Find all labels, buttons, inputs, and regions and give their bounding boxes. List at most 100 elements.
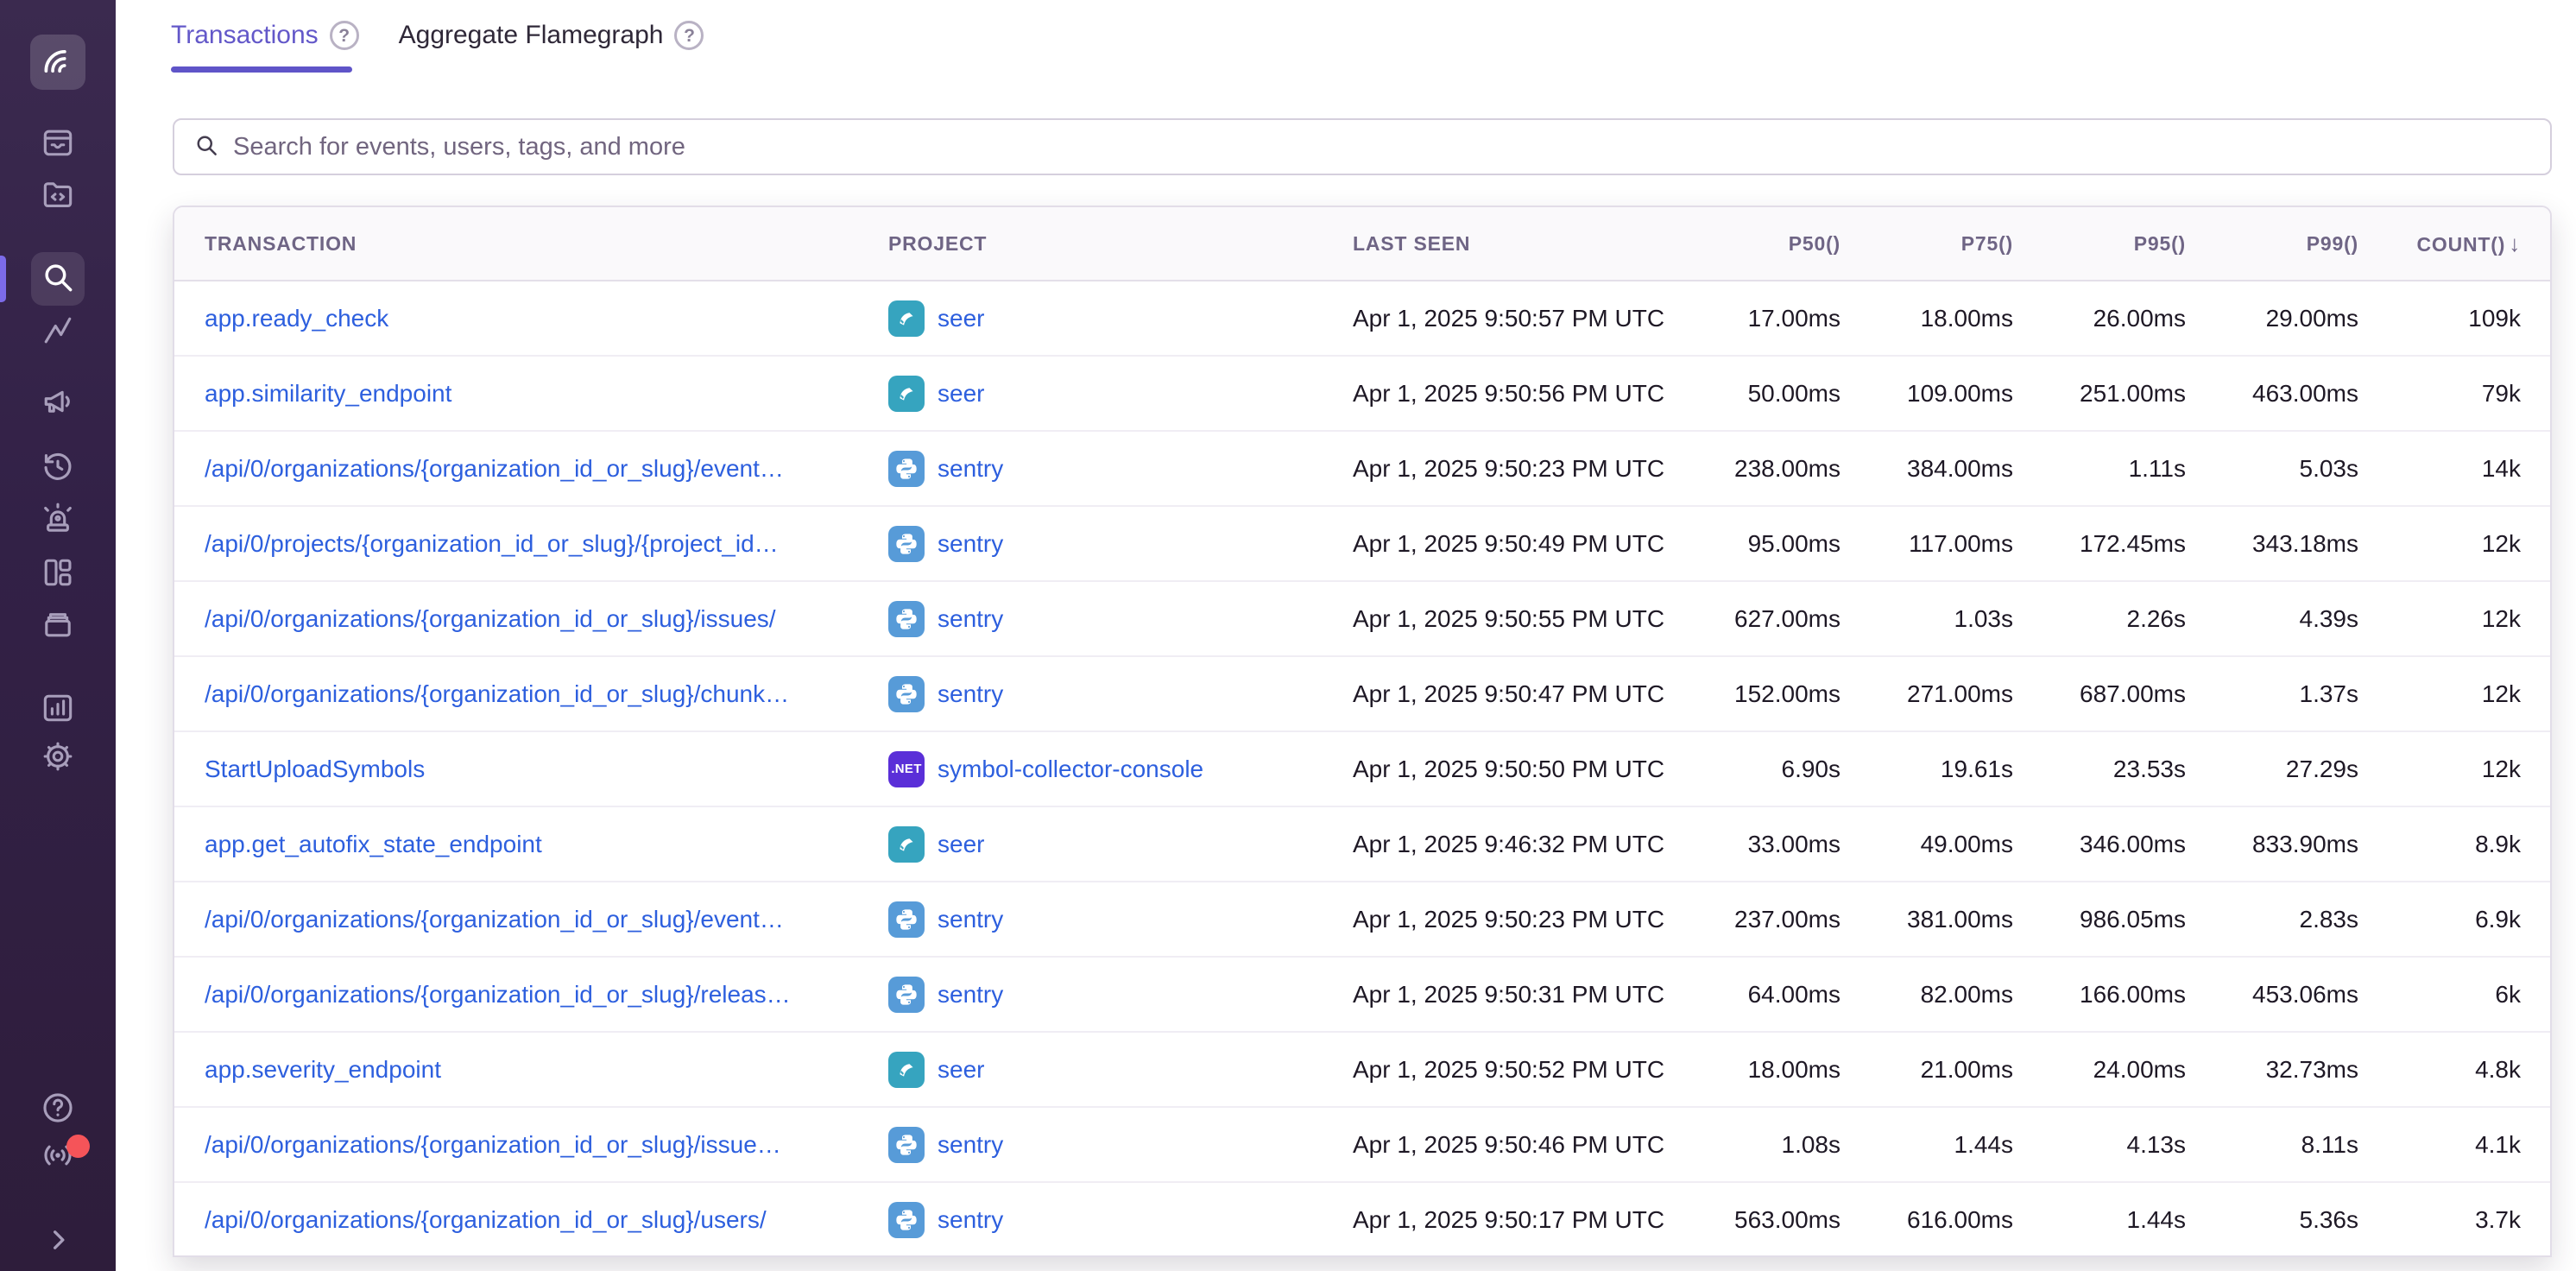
p75-cell: 1.03s [1840, 605, 2013, 633]
help-icon[interactable]: ? [330, 21, 359, 50]
p50-cell: 33.00ms [1668, 831, 1840, 858]
p50-cell: 563.00ms [1668, 1206, 1840, 1234]
column-header-count[interactable]: COUNT()↓ [2358, 231, 2521, 257]
python-platform-icon [888, 451, 925, 487]
transaction-link[interactable]: /api/0/organizations/{organization_id_or… [205, 605, 776, 632]
column-header-p50[interactable]: P50() [1668, 232, 1840, 256]
sidebar-item-settings[interactable] [39, 739, 77, 777]
project-link[interactable]: sentry [888, 601, 1353, 637]
sidebar-item-dashboards[interactable] [39, 555, 77, 593]
p75-cell: 21.00ms [1840, 1056, 2013, 1084]
p99-cell: 2.83s [2186, 906, 2358, 933]
column-header-p95[interactable]: P95() [2013, 232, 2186, 256]
sidebar-item-releases[interactable] [39, 607, 77, 645]
column-header-p99[interactable]: P99() [2186, 232, 2358, 256]
count-cell: 4.8k [2358, 1056, 2521, 1084]
help-icon[interactable]: ? [674, 21, 704, 50]
p99-cell: 453.06ms [2186, 981, 2358, 1009]
feedback-megaphone-icon [39, 383, 77, 425]
sidebar-item-help[interactable] [39, 1091, 77, 1129]
p75-cell: 49.00ms [1840, 831, 2013, 858]
dotnet-platform-icon: .NET [888, 751, 925, 787]
releases-box-icon [39, 605, 77, 648]
p75-cell: 18.00ms [1840, 305, 2013, 332]
last-seen-cell: Apr 1, 2025 9:50:49 PM UTC [1353, 530, 1668, 558]
help-question-icon [39, 1089, 77, 1131]
project-link[interactable]: sentry [888, 977, 1353, 1013]
sidebar-item-alerts[interactable] [39, 502, 77, 540]
table-row: /api/0/organizations/{organization_id_or… [174, 1183, 2550, 1257]
transaction-link[interactable]: /api/0/organizations/{organization_id_or… [205, 455, 784, 482]
transaction-link[interactable]: app.get_autofix_state_endpoint [205, 831, 542, 857]
sidebar-collapse-button[interactable] [39, 1223, 77, 1261]
tab-transactions-label: Transactions [171, 21, 319, 50]
p95-cell: 986.05ms [2013, 906, 2186, 933]
column-header-project[interactable]: PROJECT [888, 232, 1353, 256]
table-row: /api/0/organizations/{organization_id_or… [174, 432, 2550, 507]
transaction-link[interactable]: /api/0/organizations/{organization_id_or… [205, 906, 784, 933]
project-link[interactable]: sentry [888, 451, 1353, 487]
stats-bar-chart-icon [39, 689, 77, 731]
org-logo-button[interactable] [30, 35, 85, 90]
sidebar-item-insights[interactable] [39, 313, 77, 351]
transaction-link[interactable]: /api/0/projects/{organization_id_or_slug… [205, 530, 779, 557]
count-cell: 14k [2358, 455, 2521, 483]
p75-cell: 384.00ms [1840, 455, 2013, 483]
last-seen-cell: Apr 1, 2025 9:50:56 PM UTC [1353, 380, 1668, 408]
transaction-link[interactable]: /api/0/organizations/{organization_id_or… [205, 981, 791, 1008]
replays-clock-rewind-icon [39, 447, 77, 490]
transaction-link[interactable]: /api/0/organizations/{organization_id_or… [205, 1131, 781, 1158]
p99-cell: 5.03s [2186, 455, 2358, 483]
last-seen-cell: Apr 1, 2025 9:50:31 PM UTC [1353, 981, 1668, 1009]
project-link[interactable]: .NET symbol-collector-console [888, 751, 1353, 787]
project-link[interactable]: sentry [888, 1202, 1353, 1238]
column-header-last-seen[interactable]: LAST SEEN [1353, 232, 1668, 256]
count-cell: 12k [2358, 530, 2521, 558]
transaction-link[interactable]: /api/0/organizations/{organization_id_or… [205, 1206, 767, 1233]
sidebar-item-stats[interactable] [39, 691, 77, 729]
p50-cell: 6.90s [1668, 756, 1840, 783]
project-link[interactable]: sentry [888, 901, 1353, 938]
p95-cell: 687.00ms [2013, 680, 2186, 708]
project-link[interactable]: seer [888, 300, 1353, 337]
count-cell: 12k [2358, 680, 2521, 708]
python-platform-icon [888, 901, 925, 938]
sidebar-item-explore[interactable] [31, 252, 85, 306]
count-cell: 4.1k [2358, 1131, 2521, 1159]
transaction-link[interactable]: app.ready_check [205, 305, 388, 332]
sidebar-item-projects[interactable] [39, 178, 77, 216]
p95-cell: 172.45ms [2013, 530, 2186, 558]
transaction-link[interactable]: StartUploadSymbols [205, 756, 425, 782]
p99-cell: 343.18ms [2186, 530, 2358, 558]
project-link[interactable]: seer [888, 1052, 1353, 1088]
project-link[interactable]: sentry [888, 1127, 1353, 1163]
column-header-p75[interactable]: P75() [1840, 232, 2013, 256]
transaction-link[interactable]: app.similarity_endpoint [205, 380, 451, 407]
table-row: app.ready_check seer Apr 1, 2025 9:50:57… [174, 281, 2550, 357]
p50-cell: 238.00ms [1668, 455, 1840, 483]
p75-cell: 117.00ms [1840, 530, 2013, 558]
table-header-row: TRANSACTION PROJECT LAST SEEN P50() P75(… [174, 207, 2550, 281]
transaction-link[interactable]: /api/0/organizations/{organization_id_or… [205, 680, 789, 707]
project-link[interactable]: seer [888, 826, 1353, 863]
column-header-transaction[interactable]: TRANSACTION [205, 232, 888, 256]
p75-cell: 109.00ms [1840, 380, 2013, 408]
issues-inbox-icon [39, 123, 77, 166]
p50-cell: 237.00ms [1668, 906, 1840, 933]
tab-transactions[interactable]: Transactions ? [171, 21, 359, 73]
sidebar-item-replays[interactable] [39, 449, 77, 487]
tab-aggregate-flamegraph[interactable]: Aggregate Flamegraph ? [399, 21, 704, 73]
count-cell: 3.7k [2358, 1206, 2521, 1234]
p99-cell: 833.90ms [2186, 831, 2358, 858]
insights-trace-icon [39, 312, 77, 354]
python-platform-icon [888, 977, 925, 1013]
project-link[interactable]: sentry [888, 676, 1353, 712]
transaction-link[interactable]: app.severity_endpoint [205, 1056, 441, 1083]
project-link[interactable]: seer [888, 376, 1353, 412]
last-seen-cell: Apr 1, 2025 9:46:32 PM UTC [1353, 831, 1668, 858]
sidebar-item-issues[interactable] [39, 125, 77, 163]
sidebar-item-feedback[interactable] [39, 384, 77, 422]
search-input[interactable] [233, 133, 2531, 161]
project-link[interactable]: sentry [888, 526, 1353, 562]
count-cell: 6.9k [2358, 906, 2521, 933]
